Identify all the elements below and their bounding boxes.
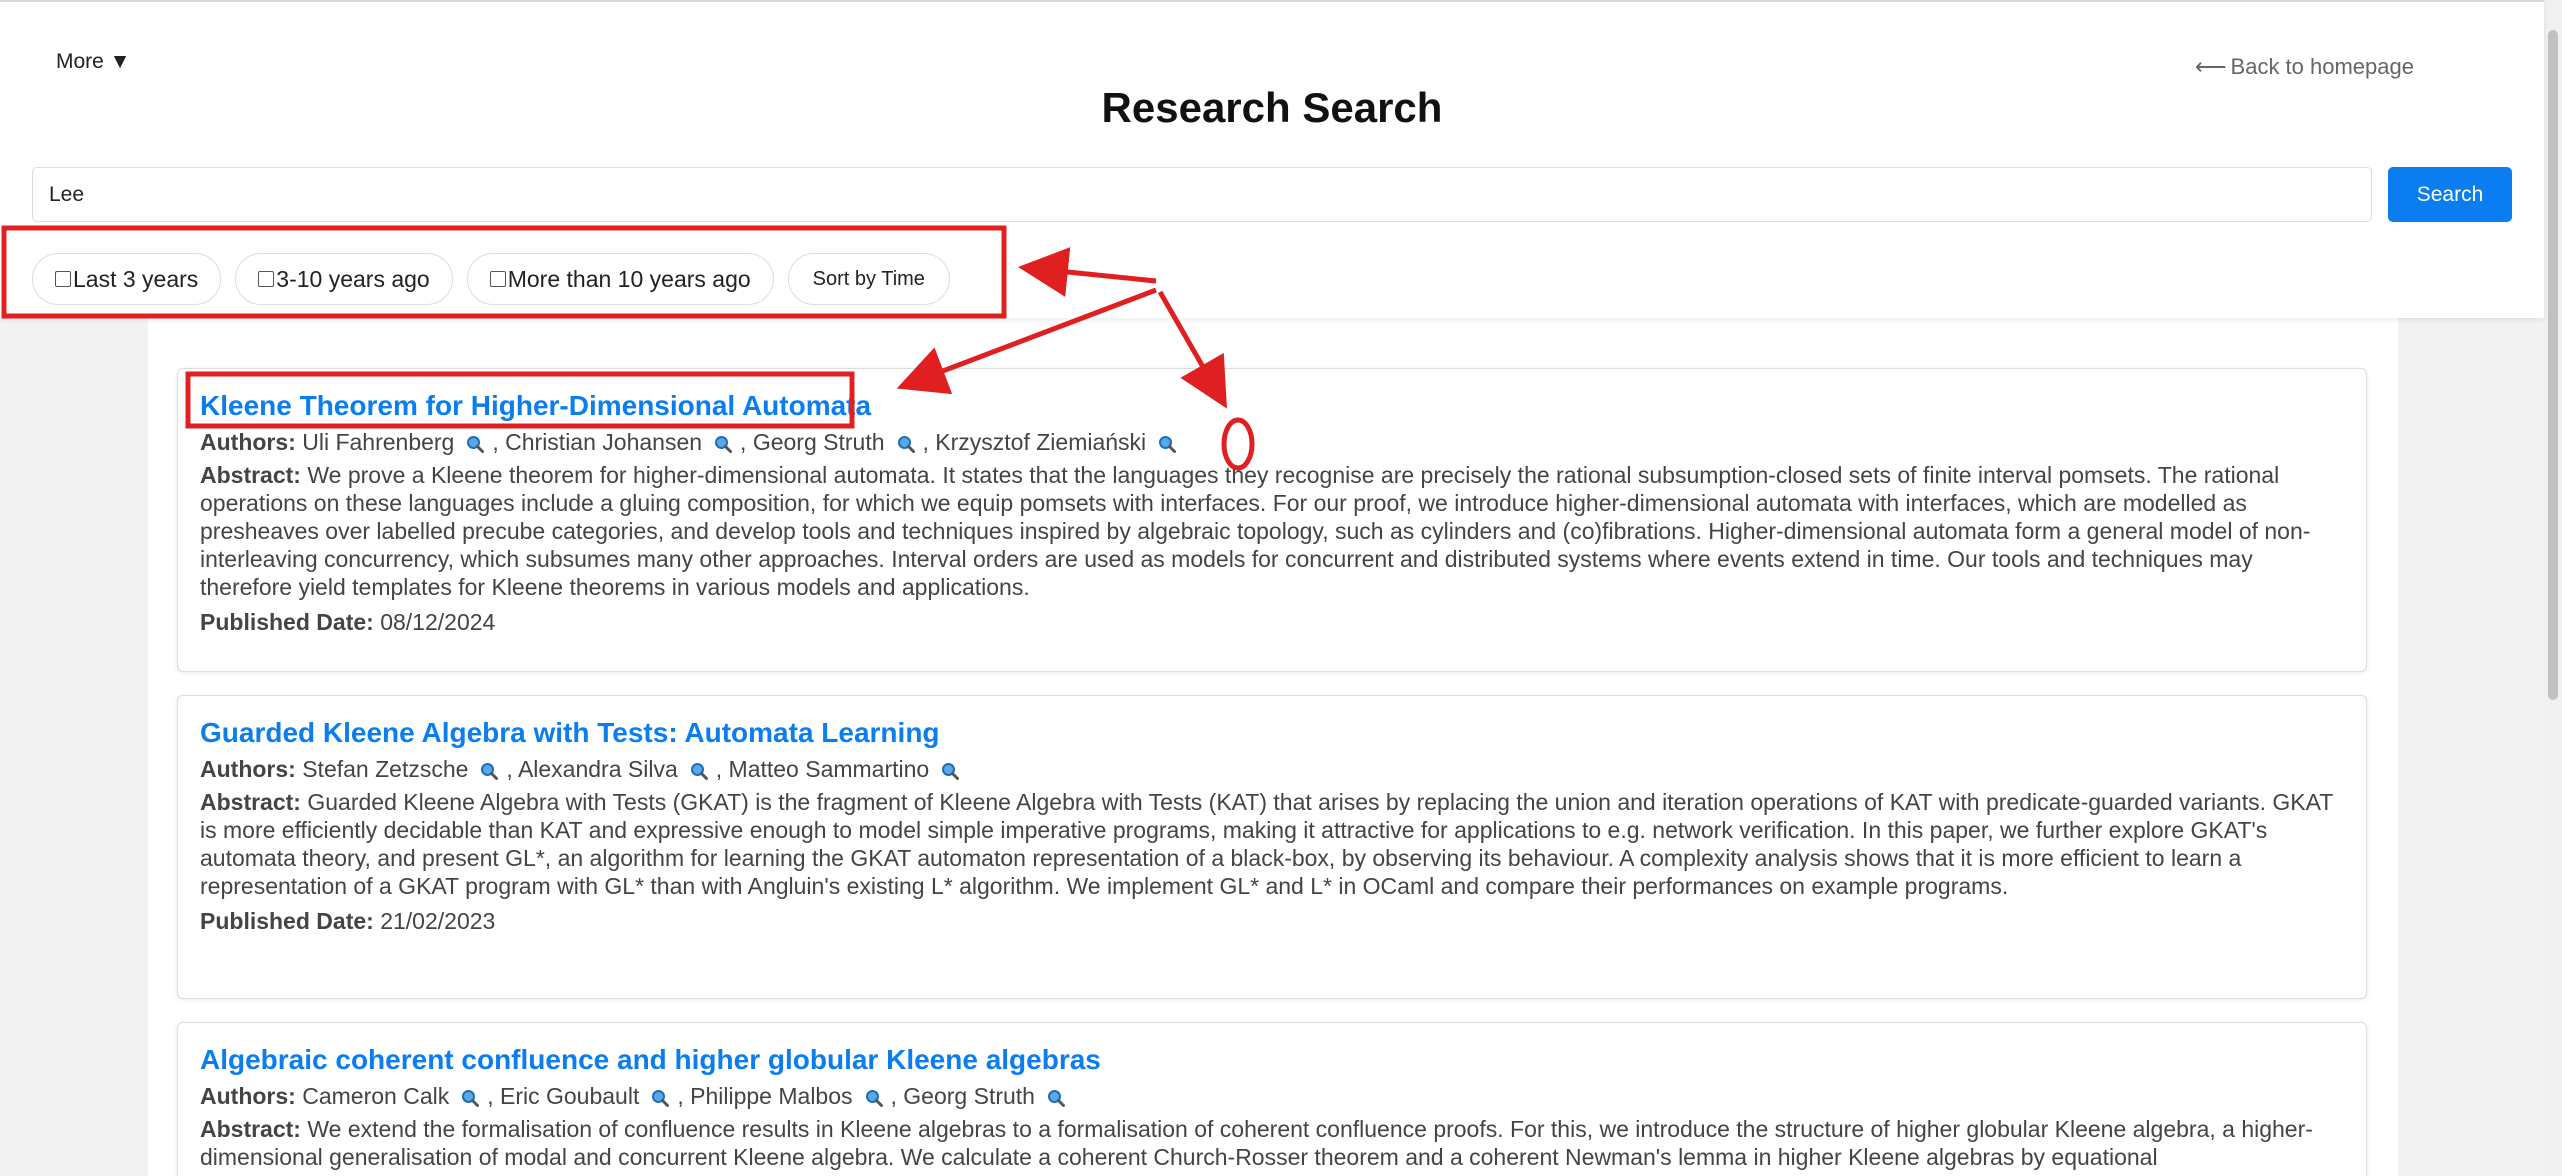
authors-label: Authors:	[200, 429, 296, 455]
search-author-icon[interactable]	[480, 757, 499, 780]
header-panel: More ▼ ⟵ Back to homepage Research Search…	[0, 0, 2544, 318]
result-title[interactable]: Algebraic coherent confluence and higher…	[200, 1043, 2344, 1077]
abstract-text: We extend the formalisation of confluenc…	[200, 1116, 2313, 1170]
author-name: Cameron Calk	[302, 1083, 450, 1109]
abstract-text: We prove a Kleene theorem for higher-dim…	[200, 462, 2311, 600]
filter-last-3-years[interactable]: Last 3 years	[32, 253, 222, 305]
result-authors: Authors: Stefan Zetzsche, Alexandra Silv…	[200, 754, 2344, 784]
filter-more-than-10-years-label: More than 10 years ago	[507, 265, 751, 292]
result-abstract: Abstract: We prove a Kleene theorem for …	[200, 461, 2344, 601]
author-name: Georg Struth	[903, 1083, 1035, 1109]
search-author-icon[interactable]	[461, 1084, 480, 1107]
author-name: Krzysztof Ziemiański	[935, 429, 1147, 455]
search-button[interactable]: Search	[2388, 167, 2512, 222]
page-scrollbar[interactable]	[2544, 0, 2562, 1176]
search-author-icon[interactable]	[1158, 430, 1177, 453]
search-input[interactable]: Lee	[32, 167, 2372, 222]
result-published-date: Published Date: 08/12/2024	[200, 607, 2344, 637]
author-name: Matteo Sammartino	[728, 756, 930, 782]
result-abstract: Abstract: Guarded Kleene Algebra with Te…	[200, 788, 2344, 900]
published-label: Published Date:	[200, 609, 374, 635]
back-to-homepage-link[interactable]: ⟵ Back to homepage	[2195, 54, 2414, 80]
author-name: Alexandra Silva	[517, 756, 678, 782]
filter-bar: Last 3 years 3-10 years ago More than 10…	[32, 253, 950, 305]
abstract-label: Abstract:	[200, 1116, 301, 1142]
search-author-icon[interactable]	[466, 430, 485, 453]
page: More ▼ ⟵ Back to homepage Research Search…	[0, 0, 2562, 1176]
result-abstract: Abstract: We extend the formalisation of…	[200, 1115, 2344, 1171]
abstract-label: Abstract:	[200, 462, 301, 488]
more-menu[interactable]: More ▼	[56, 50, 130, 74]
back-link-label: Back to homepage	[2230, 54, 2414, 79]
filter-3-10-years-label: 3-10 years ago	[276, 265, 430, 292]
sort-by-time-button[interactable]: Sort by Time	[787, 253, 950, 305]
result-title[interactable]: Guarded Kleene Algebra with Tests: Autom…	[200, 716, 2344, 750]
result-authors: Authors: Cameron Calk, Eric Goubault, Ph…	[200, 1081, 2344, 1111]
result-published-date: Published Date: 21/02/2023	[200, 906, 2344, 936]
search-author-icon[interactable]	[690, 757, 708, 780]
abstract-text: Guarded Kleene Algebra with Tests (GKAT)…	[200, 789, 2333, 899]
abstract-label: Abstract:	[200, 789, 301, 815]
result-authors: Authors: Uli Fahrenberg, Christian Johan…	[200, 427, 2344, 457]
page-title: Research Search	[1101, 84, 1443, 131]
authors-label: Authors:	[200, 1083, 296, 1109]
author-name: Eric Goubault	[500, 1083, 640, 1109]
search-author-icon[interactable]	[897, 430, 915, 453]
author-name: Philippe Malbos	[690, 1083, 853, 1109]
filter-3-10-years[interactable]: 3-10 years ago	[235, 253, 453, 305]
search-author-icon[interactable]	[865, 1084, 883, 1107]
published-date-value: 21/02/2023	[380, 908, 496, 934]
scrollbar-thumb[interactable]	[2548, 30, 2558, 700]
checkbox-more-than-10-years[interactable]	[489, 271, 506, 287]
author-name: Uli Fahrenberg	[302, 429, 455, 455]
result-card: Algebraic coherent confluence and higher…	[177, 1022, 2367, 1176]
result-card: Kleene Theorem for Higher-Dimensional Au…	[177, 368, 2367, 672]
search-author-icon[interactable]	[651, 1084, 670, 1107]
search-author-icon[interactable]	[1047, 1084, 1065, 1107]
author-name: Stefan Zetzsche	[302, 756, 469, 782]
author-name: Christian Johansen	[505, 429, 703, 455]
filter-last-3-years-label: Last 3 years	[73, 265, 199, 292]
authors-label: Authors:	[200, 756, 296, 782]
search-author-icon[interactable]	[714, 430, 733, 453]
filter-more-than-10-years[interactable]: More than 10 years ago	[466, 253, 774, 305]
checkbox-3-10-years[interactable]	[258, 271, 275, 287]
checkbox-last-3-years[interactable]	[55, 271, 71, 287]
published-label: Published Date:	[200, 908, 374, 934]
search-author-icon[interactable]	[941, 757, 960, 780]
published-date-value: 08/12/2024	[380, 609, 496, 635]
author-name: Georg Struth	[752, 429, 885, 455]
back-arrow-icon: ⟵	[2194, 54, 2227, 79]
result-card: Guarded Kleene Algebra with Tests: Autom…	[177, 695, 2367, 999]
result-title[interactable]: Kleene Theorem for Higher-Dimensional Au…	[200, 389, 2344, 423]
